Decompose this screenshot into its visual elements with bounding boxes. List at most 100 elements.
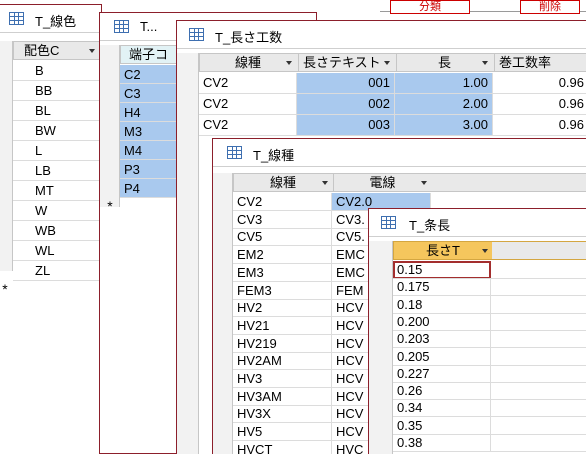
table-row[interactable]: WL <box>13 241 101 261</box>
cell-length-t[interactable]: 0.200 <box>393 313 491 330</box>
background-button-b[interactable]: 削除 <box>520 0 580 14</box>
cell-haishoku[interactable]: WB <box>13 221 101 240</box>
column-header-length-t[interactable]: 長さT <box>394 242 492 259</box>
cell-wire-type[interactable]: HV3AM <box>233 388 332 405</box>
table-row[interactable]: CV2 003 3.00 0.96 <box>199 115 586 136</box>
window-t-line-color[interactable]: T_線色 配色C B BB BL BW L LB MT W WB WL ZL * <box>0 4 102 454</box>
record-selector-column[interactable] <box>213 173 233 454</box>
table-row[interactable]: WB <box>13 221 101 241</box>
cell-length[interactable]: 3.00 <box>395 115 493 135</box>
table-row[interactable]: L <box>13 141 101 161</box>
cell-length-t[interactable]: 0.205 <box>393 348 491 365</box>
titlebar[interactable]: T_条長 <box>369 209 586 237</box>
cell-winding-rate[interactable]: 0.96 <box>493 73 586 93</box>
cell-wire-type[interactable]: CV5 <box>233 228 332 245</box>
titlebar[interactable]: T_線色 <box>0 5 101 33</box>
cell-terminal-code[interactable]: M3 <box>120 122 180 140</box>
column-header-haishoku[interactable]: 配色C <box>13 41 101 60</box>
table-row[interactable]: LB <box>13 161 101 181</box>
cell-terminal-code[interactable]: C3 <box>120 84 180 102</box>
cell-wire-type[interactable]: HVCT <box>233 441 332 454</box>
table-row[interactable]: ZL <box>13 261 101 281</box>
cell-length-text[interactable]: 001 <box>297 73 395 93</box>
chevron-down-icon[interactable] <box>482 249 488 253</box>
column-header-winding-rate[interactable]: 巻工数率 <box>494 54 586 71</box>
cell-wire-type[interactable]: CV2 <box>199 73 297 93</box>
cell-haishoku[interactable]: W <box>13 201 101 220</box>
cell-haishoku[interactable]: BW <box>13 121 101 140</box>
table-row[interactable]: CV2 002 2.00 0.96 <box>199 94 586 115</box>
cell-length-t[interactable]: 0.34 <box>393 399 491 416</box>
cell-wire-type[interactable]: CV3 <box>233 211 332 228</box>
table-row[interactable]: 0.227 <box>393 365 586 383</box>
table-row[interactable]: B <box>13 61 101 81</box>
cell-terminal-code[interactable]: C2 <box>120 65 180 83</box>
cell-wire-type[interactable]: CV2 <box>233 193 332 210</box>
table-row[interactable]: 0.175 <box>393 278 586 296</box>
table-row[interactable]: 0.34 <box>393 399 586 417</box>
cell-length-t[interactable]: 0.15 <box>393 261 491 278</box>
table-row[interactable]: BB <box>13 81 101 101</box>
column-header-length-text[interactable]: 長さテキスト <box>298 54 394 71</box>
cell-haishoku[interactable]: ZL <box>13 261 101 280</box>
table-row[interactable]: MT <box>13 181 101 201</box>
window-t-jocho[interactable]: T_条長 長さT 0.15 0.175 0.18 0.200 0.203 0.205 0.2… <box>368 208 586 454</box>
record-selector-column[interactable] <box>0 41 13 271</box>
cell-length-text[interactable]: 002 <box>297 94 395 114</box>
cell-length-t[interactable]: 0.18 <box>393 296 491 313</box>
cell-wire-type[interactable]: CV2 <box>199 115 297 135</box>
titlebar[interactable]: T_線種 <box>213 139 586 167</box>
chevron-down-icon[interactable] <box>89 49 95 53</box>
table-row[interactable]: 0.18 <box>393 296 586 314</box>
column-header-length[interactable]: 長 <box>396 54 492 71</box>
cell-length[interactable]: 2.00 <box>395 94 493 114</box>
cell-haishoku[interactable]: LB <box>13 161 101 180</box>
cell-wire-type[interactable]: HV219 <box>233 335 332 352</box>
new-record-marker[interactable]: * <box>104 198 116 214</box>
cell-wire-type[interactable]: HV3 <box>233 370 332 387</box>
cell-length-t[interactable]: 0.38 <box>393 434 491 451</box>
titlebar[interactable]: T_長さ工数 <box>177 21 586 49</box>
record-selector-column[interactable] <box>100 45 120 207</box>
table-row[interactable]: 0.35 <box>393 417 586 435</box>
table-row[interactable]: 0.205 <box>393 348 586 366</box>
record-selector-column[interactable] <box>177 53 199 454</box>
table-row[interactable]: W <box>13 201 101 221</box>
chevron-down-icon[interactable] <box>286 61 292 65</box>
cell-haishoku[interactable]: WL <box>13 241 101 260</box>
cell-terminal-code[interactable]: P4 <box>120 179 180 197</box>
column-header-wire-type[interactable]: 線種 <box>200 54 296 71</box>
record-selector-column[interactable] <box>369 241 393 454</box>
cell-wire-type[interactable]: HV21 <box>233 317 332 334</box>
cell-wire-type[interactable]: EM3 <box>233 264 332 281</box>
cell-haishoku[interactable]: B <box>13 61 101 80</box>
chevron-down-icon[interactable] <box>482 61 488 65</box>
cell-wire-type[interactable]: HV5 <box>233 423 332 440</box>
cell-wire-type[interactable]: CV2 <box>199 94 297 114</box>
chevron-down-icon[interactable] <box>421 181 427 185</box>
table-row[interactable]: BL <box>13 101 101 121</box>
column-header-wire[interactable]: 電線 <box>333 174 431 191</box>
background-button-a[interactable]: 分類 <box>390 0 470 14</box>
table-row[interactable]: 0.203 <box>393 330 586 348</box>
cell-wire-type[interactable]: HV2 <box>233 299 332 316</box>
table-row[interactable]: 0.200 <box>393 313 586 331</box>
cell-wire-type[interactable]: FEM3 <box>233 282 332 299</box>
cell-terminal-code[interactable]: H4 <box>120 103 180 121</box>
cell-terminal-code[interactable]: M4 <box>120 141 180 159</box>
table-row[interactable]: BW <box>13 121 101 141</box>
table-row[interactable]: 0.26 <box>393 382 586 400</box>
cell-haishoku[interactable]: BB <box>13 81 101 100</box>
cell-length-t[interactable]: 0.35 <box>393 417 491 434</box>
cell-winding-rate[interactable]: 0.96 <box>493 94 586 114</box>
cell-length-t[interactable]: 0.203 <box>393 330 491 347</box>
cell-length-t[interactable]: 0.227 <box>393 365 491 382</box>
new-record-marker[interactable]: * <box>0 281 11 297</box>
table-row[interactable]: CV2 001 1.00 0.96 <box>199 73 586 94</box>
chevron-down-icon[interactable] <box>384 61 390 65</box>
cell-haishoku[interactable]: L <box>13 141 101 160</box>
cell-winding-rate[interactable]: 0.96 <box>493 115 586 135</box>
column-header-wire-type[interactable]: 線種 <box>234 174 332 191</box>
table-row[interactable]: 0.38 <box>393 434 586 452</box>
cell-terminal-code[interactable]: P3 <box>120 160 180 178</box>
